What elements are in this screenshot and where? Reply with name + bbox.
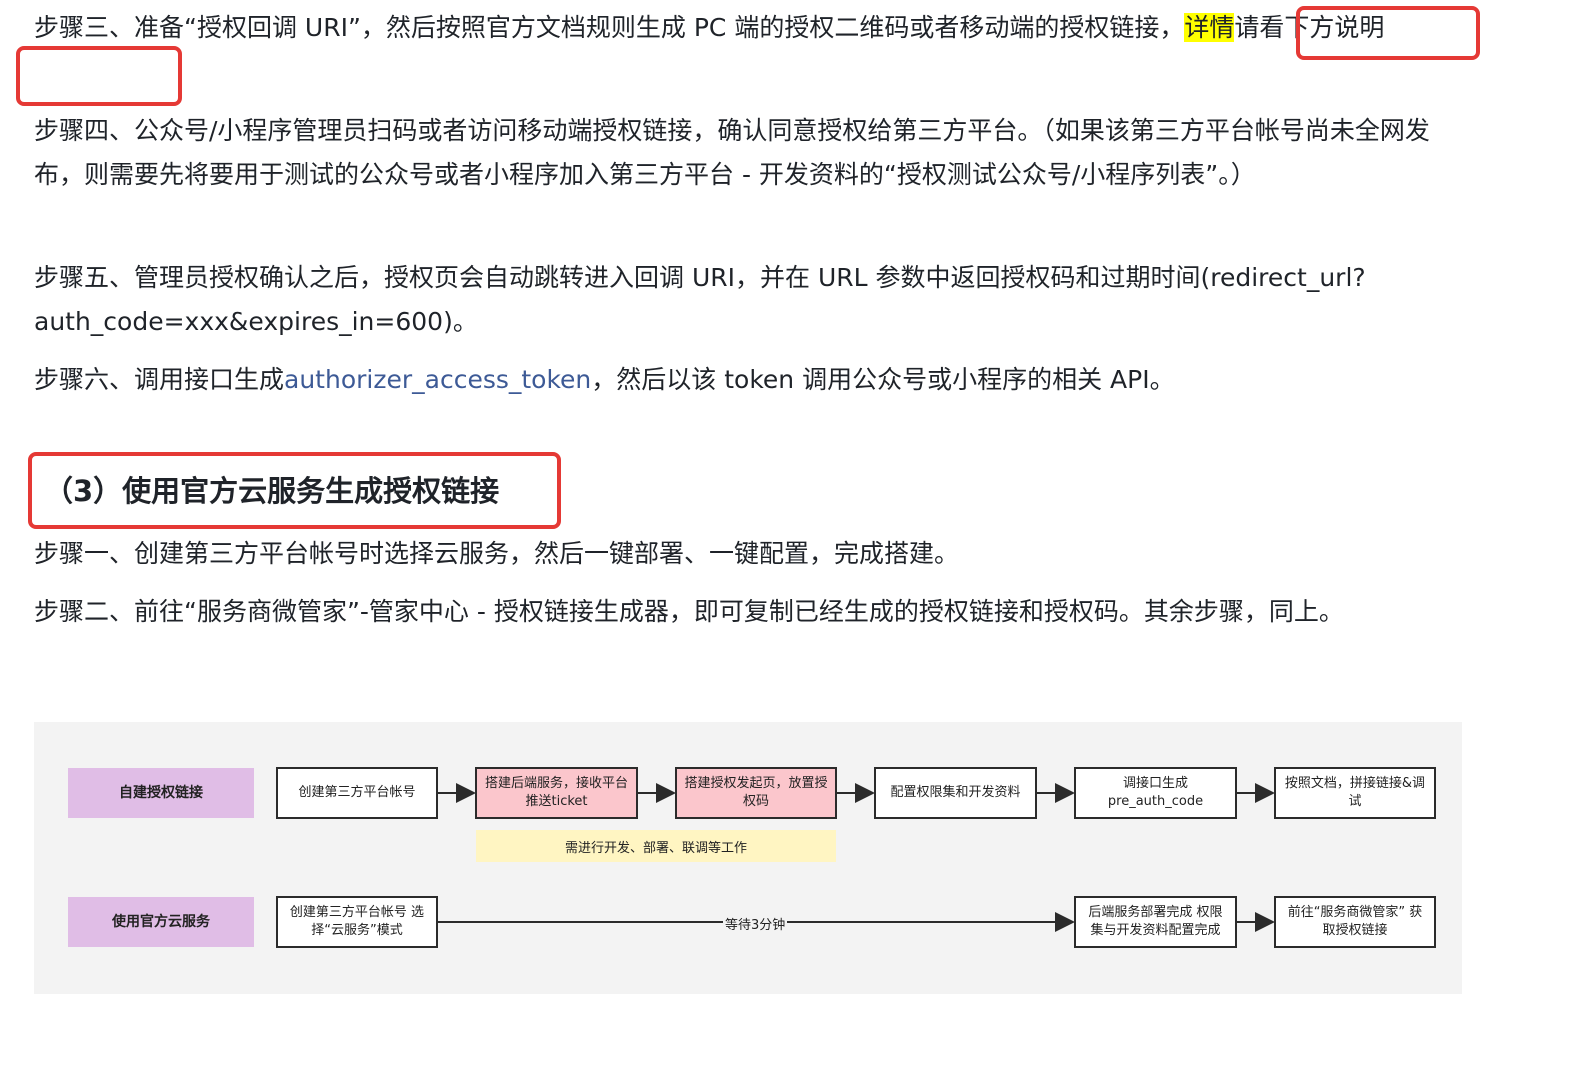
- step3-highlight: 详情: [1184, 13, 1235, 42]
- row1-label: 自建授权链接: [68, 768, 254, 818]
- annotation-box-explanation: [16, 46, 182, 106]
- step3-text: 步骤三、准备“授权回调 URI”，然后按照官方文档规则生成 PC 端的授权二维码…: [34, 13, 1185, 42]
- step4-paragraph: 步骤四、公众号/小程序管理员扫码或者访问移动端授权链接，确认同意授权给第三方平台…: [34, 116, 1430, 189]
- step6-text: 步骤六、调用接口生成: [34, 365, 285, 394]
- annotation-box-heading: [28, 452, 561, 529]
- row1-node-3: 搭建授权发起页，放置授权码: [675, 767, 837, 819]
- row1-node-5: 调接口生成 pre_auth_code: [1074, 767, 1237, 819]
- step6-paragraph: 步骤六、调用接口生成authorizer_access_token，然后以该 t…: [34, 358, 1474, 402]
- row1-node-1: 创建第三方平台帐号: [276, 767, 438, 819]
- annotation-box-details: [1296, 6, 1480, 60]
- row1-note: 需进行开发、部署、联调等工作: [476, 830, 836, 862]
- flow-diagram: 自建授权链接 创建第三方平台帐号 搭建后端服务，接收平台推送ticket 搭建授…: [34, 722, 1462, 994]
- row2-label: 使用官方云服务: [68, 897, 254, 947]
- row2-wait-label: 等待3分钟: [723, 914, 788, 933]
- section3-step2: 步骤二、前往“服务商微管家”-管家中心 - 授权链接生成器，即可复制已经生成的授…: [34, 597, 1344, 626]
- step6-text-end: ，然后以该 token 调用公众号或小程序的相关 API。: [591, 365, 1175, 394]
- row2-node-2: 后端服务部署完成 权限集与开发资料配置完成: [1074, 896, 1237, 948]
- section3-step1: 步骤一、创建第三方平台帐号时选择云服务，然后一键部署、一键配置，完成搭建。: [34, 539, 960, 568]
- row1-node-6: 按照文档，拼接链接&调试: [1274, 767, 1436, 819]
- step5-paragraph: 步骤五、管理员授权确认之后，授权页会自动跳转进入回调 URI，并在 URL 参数…: [34, 263, 1366, 336]
- row1-node-4: 配置权限集和开发资料: [874, 767, 1037, 819]
- step3-paragraph: 步骤三、准备“授权回调 URI”，然后按照官方文档规则生成 PC 端的授权二维码…: [34, 6, 1474, 50]
- authorizer-access-token-link[interactable]: authorizer_access_token: [284, 365, 591, 394]
- row1-node-2: 搭建后端服务，接收平台推送ticket: [475, 767, 638, 819]
- row2-node-3: 前往“服务商微管家” 获取授权链接: [1274, 896, 1436, 948]
- row2-node-1: 创建第三方平台帐号 选择“云服务”模式: [276, 896, 438, 948]
